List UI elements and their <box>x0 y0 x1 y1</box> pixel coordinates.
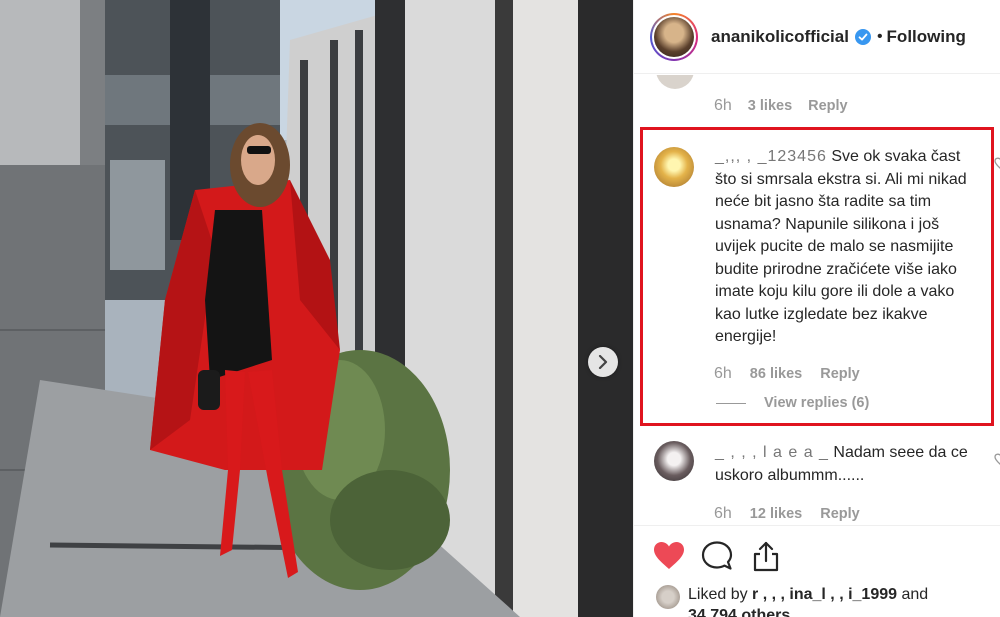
view-replies-divider <box>716 402 746 404</box>
post-header: ananikolicofficial • Following <box>634 0 1000 74</box>
post-actions: Liked by r , , , ina_l , , i_1999 and 34… <box>634 525 1000 617</box>
post-photo[interactable] <box>0 0 633 617</box>
comment-username[interactable]: _ , , , l a e a _ <box>715 444 829 461</box>
comment-like-heart-icon[interactable] <box>993 453 1000 467</box>
liked-by-user[interactable]: r , , , ina_l , , i_1999 <box>752 586 897 603</box>
comment-time: 6h <box>714 97 732 114</box>
following-button[interactable]: Following <box>887 27 966 47</box>
liked-by-prefix: Liked by <box>688 586 748 603</box>
like-button[interactable] <box>652 539 686 573</box>
share-upload-icon <box>753 541 779 572</box>
commenter-avatar[interactable] <box>654 441 694 481</box>
comment-text: Sve ok svaka čast što si smrsala ekstra … <box>715 148 967 345</box>
account-username[interactable]: ananikolicofficial <box>711 27 849 47</box>
chevron-right-icon <box>598 355 608 369</box>
comment-meta: 6h 86 likes Reply <box>714 365 860 383</box>
previous-comment-meta: 6h 3 likes Reply <box>714 97 848 115</box>
liked-by-text: Liked by r , , , ina_l , , i_1999 and 34… <box>688 584 948 617</box>
previous-commenter-avatar[interactable] <box>656 75 694 89</box>
comment-time: 6h <box>714 365 732 382</box>
reply-button[interactable]: Reply <box>808 98 848 114</box>
view-replies-button[interactable]: View replies (6) <box>716 395 869 411</box>
comment-likes[interactable]: 86 likes <box>750 366 802 382</box>
comment-likes[interactable]: 3 likes <box>748 98 792 114</box>
heart-filled-icon <box>654 542 684 569</box>
next-photo-button[interactable] <box>588 347 618 377</box>
comment-meta: 6h 12 likes Reply <box>714 505 860 523</box>
commenter-avatar[interactable] <box>654 147 694 187</box>
share-button[interactable] <box>749 539 783 573</box>
liked-by-section: Liked by r , , , ina_l , , i_1999 and 34… <box>656 584 948 617</box>
comment-username[interactable]: _,,, , _123456 <box>715 148 827 165</box>
likes-count[interactable]: 34,794 others <box>688 607 790 617</box>
post-sidebar: ananikolicofficial • Following 6h 3 like… <box>633 0 1000 617</box>
liked-by-and: and <box>901 586 929 603</box>
header-separator: • <box>876 27 883 45</box>
view-replies-label: View replies (6) <box>764 395 870 411</box>
reply-button[interactable]: Reply <box>820 506 860 522</box>
photo-illustration <box>0 0 633 617</box>
comments-list[interactable]: 6h 3 likes Reply _,,, , _123456 Sve ok s… <box>634 75 1000 525</box>
account-avatar[interactable] <box>650 12 698 61</box>
comment-likes[interactable]: 12 likes <box>750 506 802 522</box>
comment-bubble-icon <box>701 541 733 570</box>
comment-like-heart-icon[interactable] <box>993 157 1000 171</box>
liker-avatar[interactable] <box>656 585 680 609</box>
comment-time: 6h <box>714 505 732 522</box>
comment-button[interactable] <box>700 539 734 573</box>
comment-body: _,,, , _123456 Sve ok svaka čast što si … <box>715 146 975 349</box>
verified-badge-icon <box>854 28 871 45</box>
comment-body: _ , , , l a e a _ Nadam seee da ce uskor… <box>715 442 980 487</box>
reply-button[interactable]: Reply <box>820 366 860 382</box>
